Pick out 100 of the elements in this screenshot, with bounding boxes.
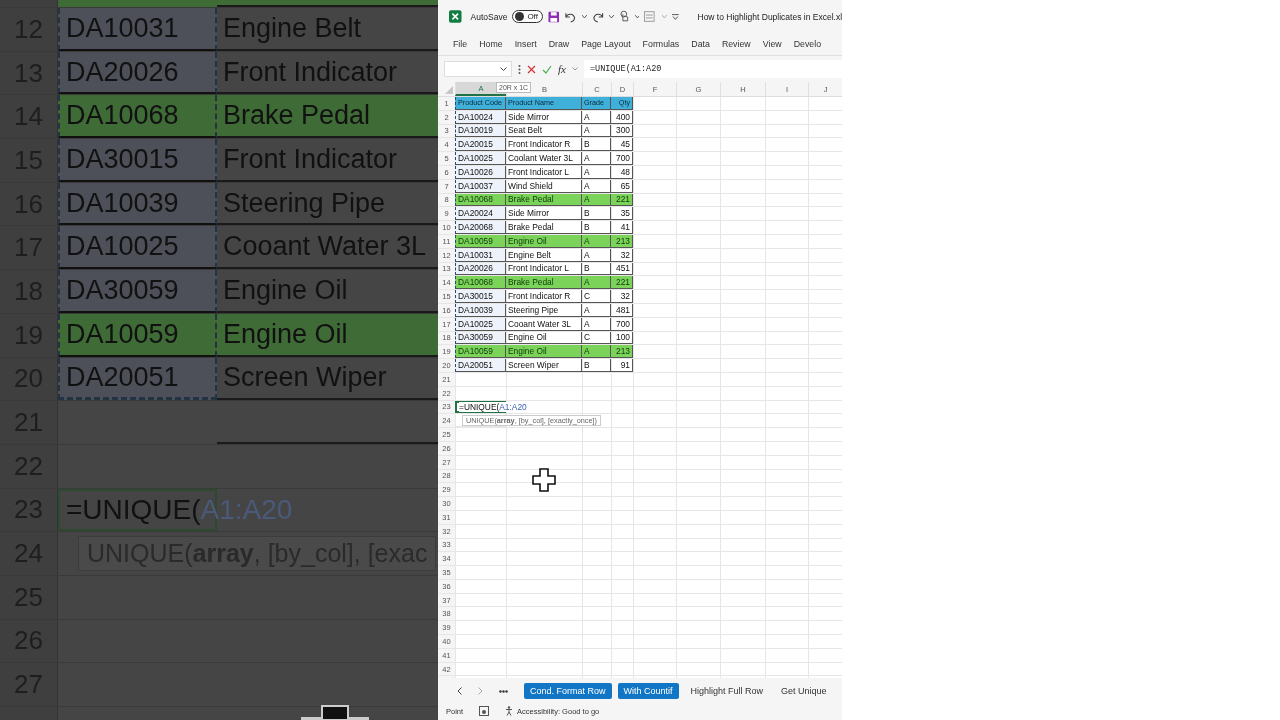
- table-cell: A: [582, 345, 611, 359]
- table-cell: A: [582, 179, 611, 193]
- sheet-tab[interactable]: Get Unique: [775, 683, 833, 699]
- table-cell: 300: [611, 124, 633, 138]
- table-cell: Steering Pipe: [506, 303, 582, 317]
- table-cell: 48: [611, 166, 633, 179]
- table-cell: B: [582, 359, 611, 372]
- table-cell: 700: [611, 152, 633, 165]
- caret-icon[interactable]: [581, 14, 587, 19]
- macro-recorder-icon[interactable]: [479, 706, 490, 716]
- undo-icon[interactable]: [564, 10, 577, 23]
- table-cell: DA10025: [58, 226, 217, 270]
- excel-logo-icon: [449, 10, 462, 23]
- formula-field[interactable]: =UNIQUE(A1:A20: [583, 60, 842, 78]
- touch-mode-icon[interactable]: [619, 10, 630, 23]
- table-cell: DA10031: [58, 8, 217, 51]
- table-cell: Screen Wiper: [506, 359, 582, 372]
- cursor-icon: [532, 468, 556, 492]
- table-cell: 451: [611, 262, 633, 276]
- autosave-label: AutoSave: [470, 11, 508, 22]
- table-cell: A: [582, 276, 611, 290]
- formula-text: =UNIQUE(A1:A20: [459, 401, 527, 412]
- table-cell: 65: [611, 179, 633, 193]
- table-cell: DA30059: [58, 270, 217, 313]
- table-cell: Front Indicator L: [506, 262, 582, 276]
- table-cell: Coolant Water 3L: [506, 152, 582, 165]
- insert-function-button[interactable]: fx: [558, 63, 566, 75]
- ribbon-tab[interactable]: Develo: [787, 39, 828, 49]
- table-cell: DA20051: [455, 359, 506, 372]
- caret-icon[interactable]: [609, 14, 615, 19]
- window-title: How to Highlight Duplicates in Excel.xl: [697, 11, 842, 22]
- table-cell: B: [582, 207, 611, 221]
- table-cell: 100: [611, 331, 633, 345]
- table-cell: Engine Oil: [506, 345, 582, 359]
- table-cell: 221: [611, 276, 633, 290]
- table-cell: DA30015: [455, 290, 506, 303]
- table-cell: DA20024: [455, 207, 506, 221]
- table-cell: DA10025: [455, 152, 506, 165]
- table-cell: A: [582, 124, 611, 138]
- table-cell: A: [582, 248, 611, 262]
- table-cell: 32: [611, 290, 633, 303]
- customize-caret-icon[interactable]: [671, 13, 679, 20]
- table-cell: 213: [611, 345, 633, 359]
- table-cell: Brake Pedal: [506, 276, 582, 290]
- table-cell: Front Indicator L: [506, 166, 582, 179]
- caret-icon[interactable]: [634, 14, 640, 19]
- table-cell: A: [582, 303, 611, 317]
- redo-icon[interactable]: [591, 10, 605, 23]
- table-cell: DA30015: [58, 139, 217, 182]
- autosave-toggle[interactable]: Off: [512, 10, 543, 23]
- table-cell: Cooant Water 3L: [506, 317, 582, 331]
- table-cell: 91: [611, 359, 633, 372]
- table-cell: DA10068: [58, 95, 217, 139]
- check-icon[interactable]: [542, 64, 552, 74]
- caret-icon[interactable]: [500, 67, 507, 71]
- table-cell: DA10039: [58, 182, 217, 226]
- table-cell: 400: [611, 110, 633, 124]
- table-cell: A: [582, 317, 611, 331]
- more-icon[interactable]: [499, 689, 508, 693]
- table-cell: Front Indicator R: [506, 290, 582, 303]
- form-icon[interactable]: [644, 11, 657, 22]
- ribbon-tab[interactable]: Page Layout: [575, 39, 637, 49]
- cancel-icon[interactable]: [527, 64, 536, 74]
- table-cell: 35: [611, 207, 633, 221]
- ribbon-tab[interactable]: Formulas: [636, 39, 686, 49]
- ribbon-tab[interactable]: Review: [715, 39, 757, 49]
- table-cell: B: [582, 221, 611, 234]
- table-cell: C: [582, 331, 611, 345]
- table-cell: 45: [611, 138, 633, 152]
- ribbon-tab[interactable]: Home: [473, 39, 509, 49]
- table-cell: A: [582, 152, 611, 165]
- more-icon[interactable]: [518, 64, 521, 74]
- table-cell: Seat Belt: [506, 124, 582, 138]
- save-icon[interactable]: [547, 10, 560, 23]
- previous-sheet-icon[interactable]: [457, 687, 462, 695]
- sheet-tab[interactable]: Cond. Format Row: [524, 683, 612, 699]
- table-cell: Engine Oil: [217, 313, 438, 357]
- sheet-tab[interactable]: Highlight Full Row: [684, 683, 770, 699]
- cursor-icon: [300, 704, 370, 720]
- table-cell: C: [582, 290, 611, 303]
- table-cell: 700: [611, 317, 633, 331]
- sheet-tab[interactable]: With Countif: [617, 683, 679, 699]
- ribbon-tab[interactable]: File: [447, 39, 474, 49]
- table-cell: DA20015: [455, 138, 506, 152]
- table-cell: Front Indicator R: [506, 138, 582, 152]
- ribbon-tab[interactable]: Data: [685, 39, 716, 49]
- table-cell: Engine Oil: [506, 331, 582, 345]
- table-cell: Brake Pedal: [217, 95, 438, 139]
- ribbon-tab[interactable]: Insert: [508, 39, 543, 49]
- table-cell: DA20068: [455, 221, 506, 234]
- table-cell: Wind Shield: [506, 179, 582, 193]
- table-cell: 32: [611, 248, 633, 262]
- table-cell: Side Mirror: [506, 110, 582, 124]
- table-cell: 481: [611, 303, 633, 317]
- table-cell: Engine Belt: [506, 248, 582, 262]
- ribbon-tab[interactable]: View: [756, 39, 788, 49]
- table-cell: Brake Pedal: [506, 221, 582, 234]
- ribbon-tab[interactable]: Draw: [542, 39, 576, 49]
- table-cell: A: [582, 166, 611, 179]
- table-cell: B: [582, 138, 611, 152]
